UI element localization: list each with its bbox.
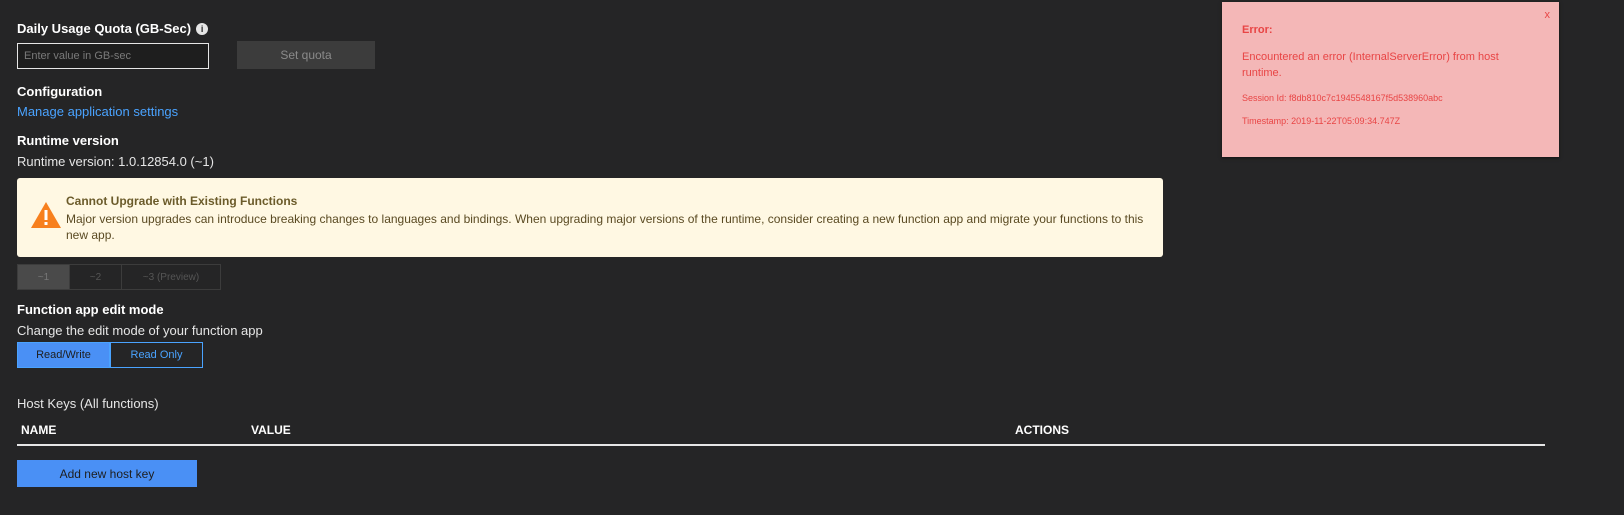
quota-label: Daily Usage Quota (GB-Sec) [17, 21, 192, 36]
error-title: Error: [1242, 24, 1273, 36]
edit-mode-heading: Function app edit mode [17, 302, 164, 317]
quota-input[interactable] [17, 43, 209, 69]
edit-mode-toggle: Read/Write Read Only [17, 342, 203, 368]
error-session-id: Session Id: f8db810c7c1945548167f5d53896… [1242, 93, 1443, 103]
configuration-heading: Configuration [17, 84, 103, 99]
runtime-version-option-1[interactable]: ~1 [18, 265, 70, 289]
close-icon[interactable]: x [1545, 9, 1551, 21]
runtime-version-text: Runtime version: 1.0.12854.0 (~1) [17, 154, 214, 169]
set-quota-button[interactable]: Set quota [237, 41, 375, 69]
runtime-version-option-3[interactable]: ~3 (Preview) [122, 265, 220, 289]
warning-title: Cannot Upgrade with Existing Functions [66, 194, 298, 208]
edit-mode-description: Change the edit mode of your function ap… [17, 323, 263, 338]
runtime-heading: Runtime version [17, 133, 119, 148]
column-name: NAME [21, 423, 57, 437]
add-host-key-button[interactable]: Add new host key [17, 460, 197, 487]
host-keys-table-header: NAME VALUE ACTIONS [17, 423, 1545, 446]
column-value: VALUE [251, 423, 291, 437]
error-toast: x Error: Encountered an error (InternalS… [1222, 2, 1559, 157]
read-write-button[interactable]: Read/Write [17, 342, 110, 368]
read-only-button[interactable]: Read Only [110, 342, 203, 368]
runtime-version-option-2[interactable]: ~2 [70, 265, 122, 289]
upgrade-warning-banner: Cannot Upgrade with Existing Functions M… [17, 178, 1163, 257]
error-message: Encountered an error (InternalServerErro… [1242, 51, 1499, 79]
error-timestamp: Timestamp: 2019-11-22T05:09:34.747Z [1242, 116, 1401, 126]
column-actions: ACTIONS [1015, 423, 1069, 437]
runtime-version-selector: ~1 ~2 ~3 (Preview) [17, 264, 221, 290]
warning-icon [31, 202, 61, 228]
info-icon[interactable]: i [196, 23, 209, 35]
manage-app-settings-link[interactable]: Manage application settings [17, 104, 178, 119]
quota-heading: Daily Usage Quota (GB-Sec) i [17, 21, 209, 36]
warning-body: Major version upgrades can introduce bre… [66, 212, 1144, 242]
host-keys-title: Host Keys (All functions) [17, 396, 159, 411]
